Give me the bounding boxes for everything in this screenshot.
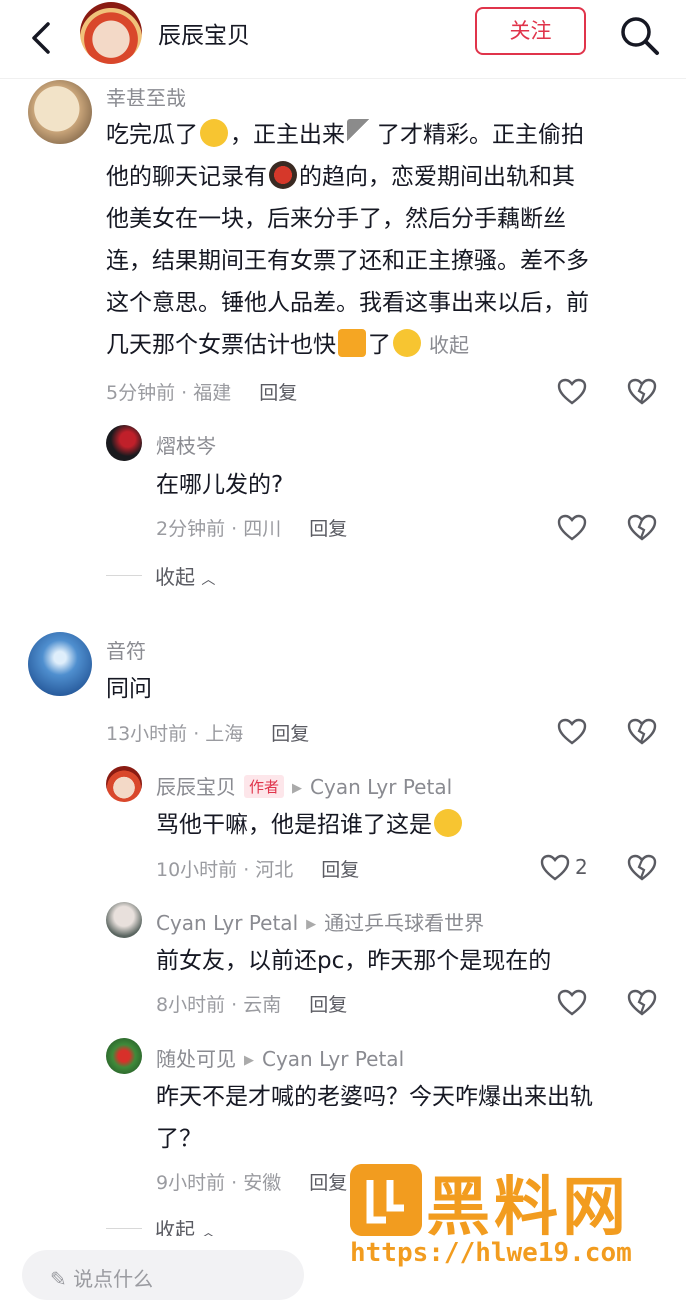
profile-name[interactable]: 辰辰宝贝: [158, 16, 250, 50]
divider: [106, 575, 142, 576]
broken-heart-icon[interactable]: [627, 989, 657, 1017]
broken-heart-icon[interactable]: [627, 514, 657, 542]
comment-username-line: Cyan Lyr Petal ▶ 通过乒乓球看世界: [156, 907, 484, 936]
comment-meta: 13小时前 · 上海 回复: [106, 723, 310, 745]
chevron-up-icon: ︿: [201, 572, 216, 588]
comment-username[interactable]: 熠枝岑: [156, 430, 216, 459]
author-badge: 作者: [244, 775, 285, 798]
pencil-icon: ✎: [50, 1267, 74, 1291]
back-arrow-icon[interactable]: [22, 18, 62, 58]
comment-username[interactable]: 音符: [106, 635, 146, 664]
crying-emoji-icon: [393, 329, 421, 357]
avatar[interactable]: [106, 902, 142, 938]
reply-arrow-icon: ▶: [292, 781, 303, 796]
heart-icon[interactable]: [540, 854, 570, 882]
ladybug-emoji-icon: [269, 161, 297, 189]
watermark: 黑料网 https://hlwe19.com: [350, 1160, 686, 1280]
comment-meta: 10小时前 · 河北 回复: [156, 859, 360, 881]
reply-button[interactable]: 回复: [321, 859, 359, 881]
search-icon[interactable]: [616, 12, 664, 60]
comment-text: 同问: [106, 676, 152, 702]
reply-to-username[interactable]: Cyan Lyr Petal: [262, 1047, 404, 1071]
comment-meta: 9小时前 · 安徽 回复: [156, 1172, 348, 1194]
divider: [106, 1228, 142, 1229]
comment-username[interactable]: Cyan Lyr Petal: [156, 911, 298, 935]
heart-icon[interactable]: [557, 514, 587, 542]
laughing-emoji-icon: [200, 119, 228, 147]
comment-username-line: 随处可见 ▶ Cyan Lyr Petal: [156, 1043, 404, 1072]
comment-meta: 2分钟前 · 四川 回复: [156, 518, 348, 540]
heart-icon[interactable]: [557, 378, 587, 406]
avatar[interactable]: [28, 632, 92, 696]
top-bar: 辰辰宝贝 关注: [0, 0, 686, 79]
watermark-url: https://hlwe19.com: [350, 1238, 632, 1268]
shushing-emoji-icon: [434, 809, 462, 837]
reply-button[interactable]: 回复: [259, 382, 297, 404]
broken-heart-icon[interactable]: [627, 718, 657, 746]
reply-button[interactable]: 回复: [309, 1172, 347, 1194]
collapse-text-link[interactable]: 收起: [429, 333, 469, 357]
comment-text: 昨天不是才喊的老婆吗？今天咋爆出来出轨 了？: [156, 1084, 593, 1152]
avatar[interactable]: [106, 425, 142, 461]
heart-icon[interactable]: [557, 718, 587, 746]
comment-username[interactable]: 随处可见: [156, 1047, 236, 1071]
comment-username[interactable]: 幸甚至哉: [106, 82, 186, 111]
reply-button[interactable]: 回复: [271, 723, 309, 745]
avatar[interactable]: [106, 1038, 142, 1074]
comment-meta: 5分钟前 · 福建 回复: [106, 382, 298, 404]
comment-text: 前女友，以前还pc，昨天那个是现在的: [156, 948, 552, 974]
broken-heart-icon[interactable]: [627, 854, 657, 882]
watermark-logo-icon: [350, 1164, 422, 1236]
like-count: 2: [575, 855, 588, 879]
hammer-emoji-icon: [347, 119, 375, 147]
reply-to-username[interactable]: Cyan Lyr Petal: [310, 775, 452, 799]
reply-arrow-icon: ▶: [244, 1053, 254, 1068]
follow-button[interactable]: 关注: [475, 7, 586, 55]
reply-arrow-icon: ▶: [306, 917, 317, 932]
comment-text: 吃完瓜了 ，正主出来 了才精彩。正主偷拍 他的聊天记录有 的趋向，恋爱期间出轨和其 他…: [106, 114, 666, 366]
avatar[interactable]: [28, 80, 92, 144]
comment-username[interactable]: 辰辰宝贝: [156, 775, 236, 799]
comment-text: 在哪儿发的?: [156, 472, 284, 498]
avatar[interactable]: [106, 766, 142, 802]
collapse-replies-button[interactable]: 收起 ︿: [155, 561, 215, 590]
watermark-title: 黑料网: [426, 1171, 630, 1245]
none-sign-emoji-icon: [338, 329, 366, 357]
profile-avatar[interactable]: [80, 2, 142, 64]
reply-button[interactable]: 回复: [309, 994, 347, 1016]
comment-username-line: 辰辰宝贝 作者 ▶ Cyan Lyr Petal: [156, 771, 452, 800]
comment-text: 骂他干嘛，他是招谁了这是: [156, 804, 464, 846]
reply-to-username[interactable]: 通过乒乓球看世界: [324, 911, 484, 935]
comment-input-placeholder: ✎ 说点什么: [50, 1267, 154, 1291]
reply-button[interactable]: 回复: [309, 518, 347, 540]
comment-meta: 8小时前 · 云南 回复: [156, 994, 348, 1016]
heart-icon[interactable]: [557, 989, 587, 1017]
broken-heart-icon[interactable]: [627, 378, 657, 406]
